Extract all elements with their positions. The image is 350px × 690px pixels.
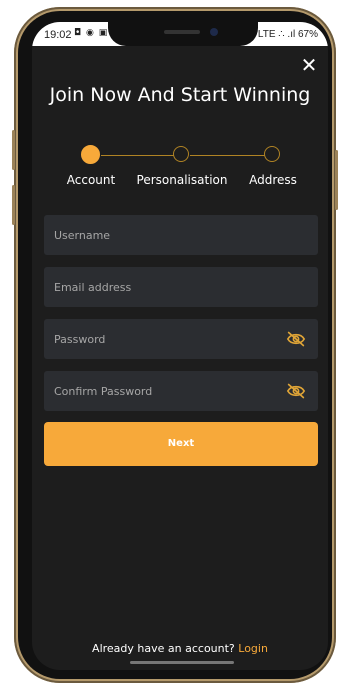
confirm-password-field (44, 371, 318, 411)
email-input[interactable] (44, 267, 318, 307)
password-input[interactable] (44, 319, 318, 359)
login-prompt-text: Already have an account? (92, 642, 235, 655)
earpiece-speaker (164, 30, 200, 34)
login-link[interactable]: Login (238, 642, 268, 655)
step-dot-account (81, 145, 100, 164)
next-button[interactable]: Next (44, 422, 318, 466)
password-field (44, 319, 318, 359)
username-input[interactable] (44, 215, 318, 255)
status-time: 19:02 (44, 29, 72, 41)
confirm-password-input[interactable] (44, 371, 318, 411)
eye-slash-icon[interactable] (286, 382, 306, 400)
phone-side-button-left (12, 130, 15, 170)
phone-screen: 19:02 ◘ ◉ ▣ Vo LTE ∴ .ıl 67% ✕ Join Now … (32, 22, 328, 670)
step-dot-personalisation (173, 146, 189, 162)
login-prompt: Already have an account? Login (32, 642, 328, 655)
eye-slash-icon[interactable] (286, 330, 306, 348)
email-field (44, 267, 318, 307)
stepper-line-2 (190, 155, 265, 156)
phone-side-button-left-2 (12, 185, 15, 225)
registration-stepper: Account Personalisation Address (32, 145, 328, 206)
phone-side-button-right (335, 150, 338, 210)
step-label-address: Address (249, 173, 297, 187)
username-field (44, 215, 318, 255)
step-dot-address (264, 146, 280, 162)
home-indicator (130, 661, 234, 664)
step-label-personalisation: Personalisation (136, 173, 228, 187)
close-icon[interactable]: ✕ (298, 54, 320, 76)
step-label-account: Account (66, 173, 116, 187)
front-camera (210, 28, 218, 36)
stepper-line-1 (101, 155, 174, 156)
camera-notch (108, 22, 258, 46)
page-title: Join Now And Start Winning (49, 84, 311, 106)
notification-icons: ◘ ◉ ▣ (74, 28, 109, 38)
